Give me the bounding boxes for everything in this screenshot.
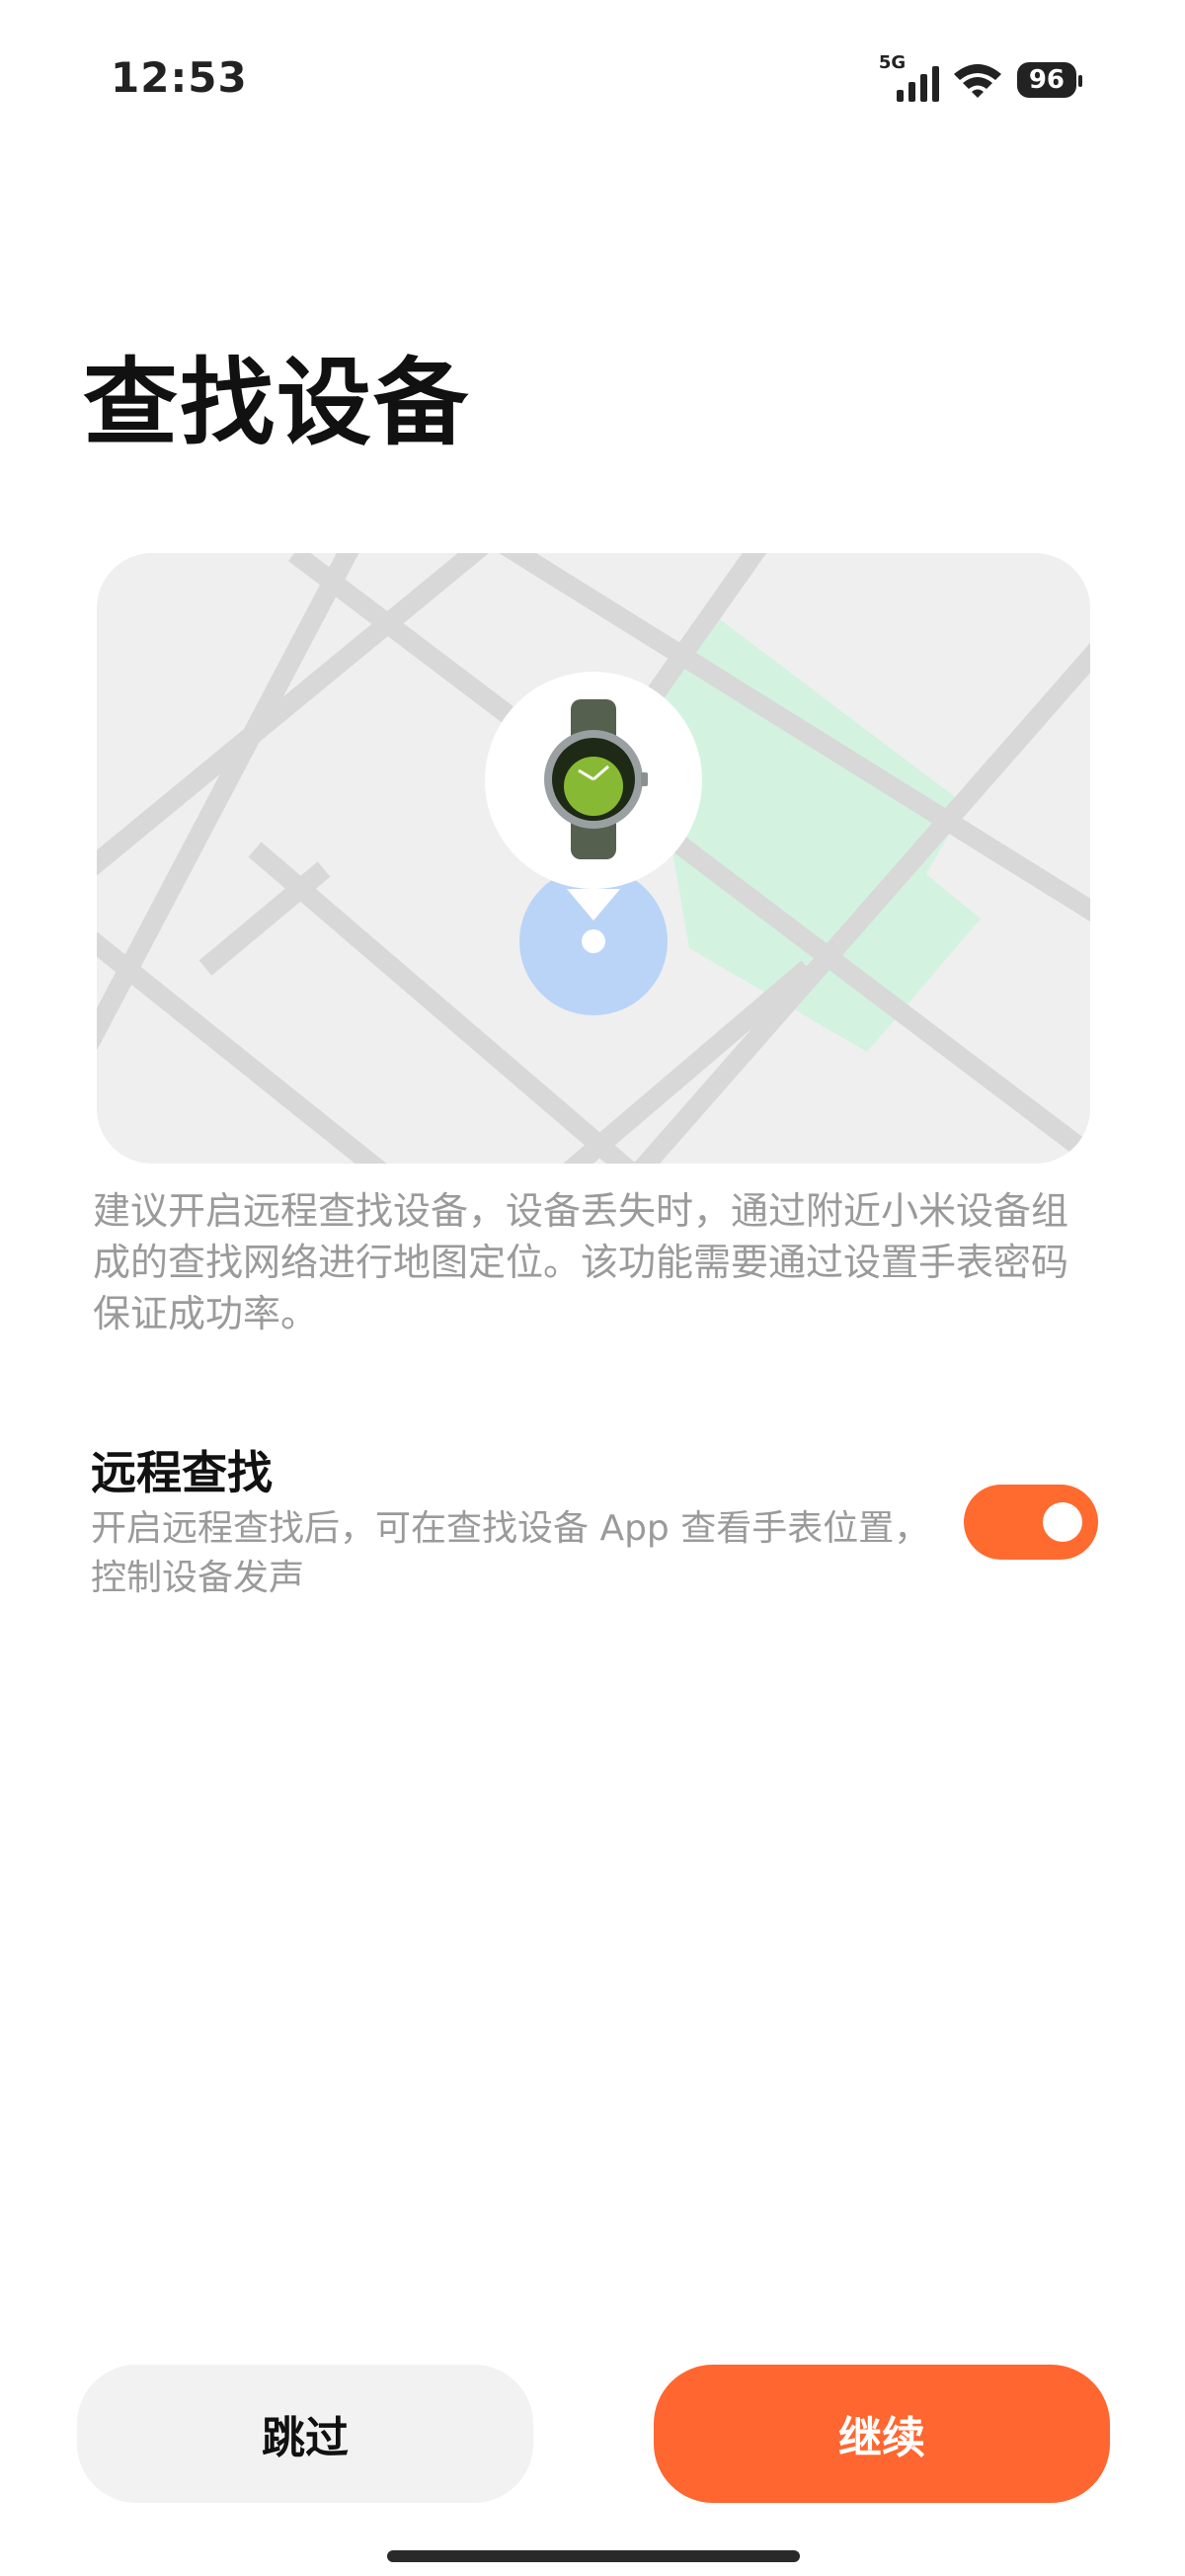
remote-find-toggle[interactable] [964, 1485, 1098, 1560]
continue-button[interactable]: 继续 [654, 2365, 1110, 2503]
remote-find-title: 远程查找 [91, 1446, 273, 1499]
feature-description: 建议开启远程查找设备，设备丢失时，通过附近小米设备组成的查找网络进行地图定位。该… [93, 1189, 1069, 1335]
remote-find-subtitle: 开启远程查找后，可在查找设备 App 查看手表位置，控制设备发声 [91, 1508, 930, 1598]
battery-level: 96 [1028, 65, 1065, 95]
skip-button[interactable]: 跳过 [77, 2365, 533, 2503]
remote-find-setting[interactable]: 远程查找 开启远程查找后，可在查找设备 App 查看手表位置，控制设备发声 [91, 1437, 1098, 1605]
battery-icon: 96 [1016, 62, 1083, 98]
signal-icon: 5G [879, 52, 939, 104]
status-time: 12:53 [111, 53, 248, 102]
toggle-knob [1043, 1502, 1082, 1542]
map-illustration [97, 553, 1090, 1164]
status-bar: 12:53 5G 96 [0, 0, 1185, 158]
wifi-icon [953, 64, 1001, 98]
location-dot [582, 929, 605, 953]
page-title: 查找设备 [83, 348, 470, 458]
home-indicator[interactable] [387, 2550, 800, 2562]
status-icons: 5G 96 [879, 52, 1083, 105]
